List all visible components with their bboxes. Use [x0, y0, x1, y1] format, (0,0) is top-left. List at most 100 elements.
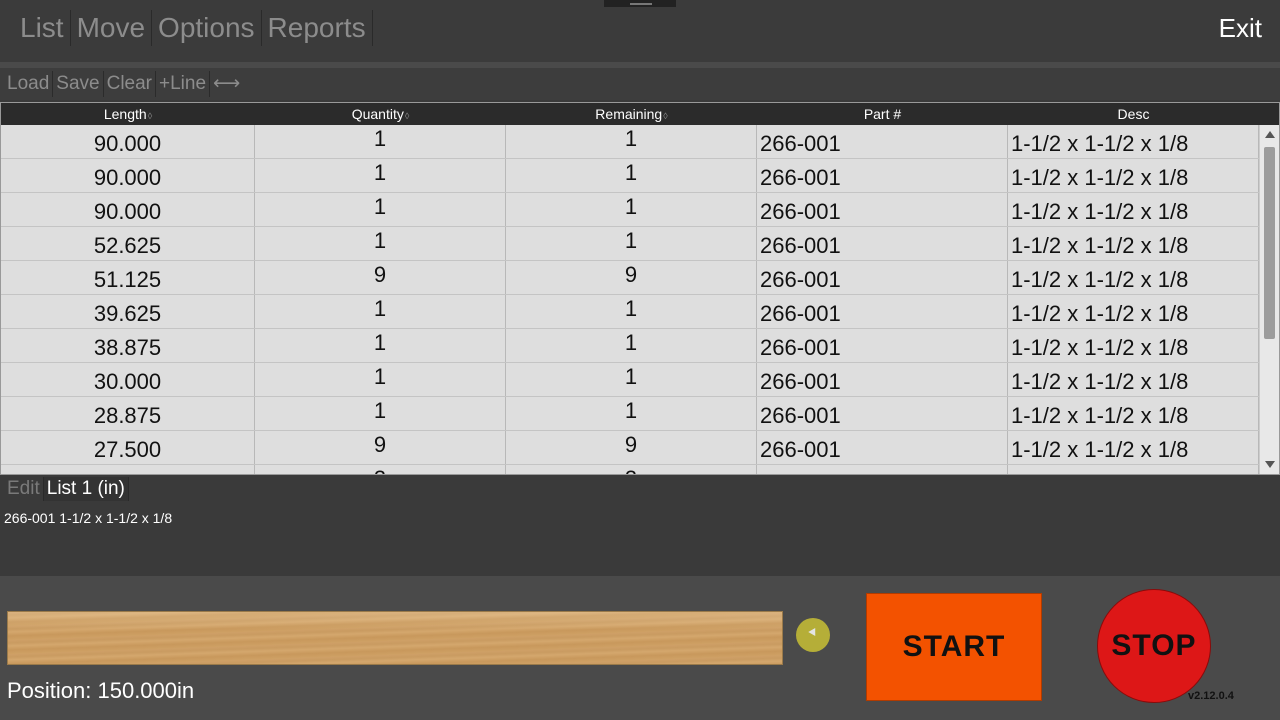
cell-part-number[interactable]: 266-001 — [757, 125, 1008, 158]
cell-description[interactable]: 1-1/2 x 1-1/2 x 1/8 — [1008, 227, 1259, 260]
cell-description[interactable] — [1008, 465, 1259, 474]
tab-list-1[interactable]: List 1 (in) — [43, 477, 129, 501]
sort-icon: ◊ — [147, 111, 153, 121]
cell-remaining[interactable]: 1 — [506, 227, 757, 260]
scroll-up-icon[interactable] — [1265, 131, 1275, 138]
position-readout: Position: 150.000in — [7, 678, 195, 703]
tab-edit[interactable]: Edit — [4, 477, 44, 501]
cell-part-number[interactable]: 266-001 — [757, 397, 1008, 430]
cell-description[interactable]: 1-1/2 x 1-1/2 x 1/8 — [1008, 431, 1259, 464]
clear-button[interactable]: Clear — [104, 71, 156, 97]
window-drag-handle[interactable] — [604, 0, 676, 7]
cell-description[interactable]: 1-1/2 x 1-1/2 x 1/8 — [1008, 329, 1259, 362]
cell-length[interactable]: 52.625 — [1, 227, 255, 260]
column-header-remaining[interactable]: Remaining◊ — [506, 103, 757, 125]
table-row[interactable]: 39.625 1 1 266-001 1-1/2 x 1-1/2 x 1/8 — [1, 295, 1259, 329]
cell-quantity[interactable]: 1 — [255, 363, 506, 396]
cell-remaining[interactable]: 1 — [506, 159, 757, 192]
stop-button[interactable]: STOP — [1097, 589, 1211, 703]
vertical-scrollbar[interactable] — [1259, 125, 1279, 474]
table-row[interactable]: 90.000 1 1 266-001 1-1/2 x 1-1/2 x 1/8 — [1, 193, 1259, 227]
cell-length[interactable]: 51.125 — [1, 261, 255, 294]
load-button[interactable]: Load — [4, 71, 54, 97]
cell-part-number[interactable]: 266-001 — [757, 363, 1008, 396]
table-row[interactable]: 33 — [1, 465, 1259, 474]
cell-quantity[interactable]: 9 — [255, 431, 506, 464]
scroll-corner — [1259, 103, 1279, 125]
exit-button[interactable]: Exit — [1219, 10, 1262, 46]
column-width-icon[interactable]: ⟷ — [210, 71, 243, 97]
cell-quantity[interactable]: 1 — [255, 227, 506, 260]
cell-remaining[interactable]: 9 — [506, 261, 757, 294]
scroll-thumb[interactable] — [1264, 147, 1275, 339]
menu-list[interactable]: List — [14, 10, 71, 46]
cell-part-number[interactable]: 266-001 — [757, 227, 1008, 260]
selected-item-description: 266-001 1-1/2 x 1-1/2 x 1/8 — [4, 510, 173, 526]
cell-length[interactable] — [1, 465, 255, 474]
column-header-quantity[interactable]: Quantity◊ — [255, 103, 506, 125]
cell-quantity[interactable]: 1 — [255, 329, 506, 362]
table-row[interactable]: 28.875 1 1 266-001 1-1/2 x 1-1/2 x 1/8 — [1, 397, 1259, 431]
sort-icon: ◊ — [404, 111, 410, 121]
cell-remaining[interactable]: 1 — [506, 193, 757, 226]
cell-quantity[interactable]: 1 — [255, 295, 506, 328]
cell-remaining[interactable]: 1 — [506, 363, 757, 396]
table-header: Length◊ Quantity◊ Remaining◊ Part # Desc — [1, 103, 1259, 125]
cell-length[interactable]: 27.500 — [1, 431, 255, 464]
cell-description[interactable]: 1-1/2 x 1-1/2 x 1/8 — [1008, 261, 1259, 294]
menu-options[interactable]: Options — [152, 10, 262, 46]
cell-length[interactable]: 39.625 — [1, 295, 255, 328]
cell-remaining[interactable]: 1 — [506, 125, 757, 158]
add-line-button[interactable]: +Line — [156, 71, 211, 97]
cell-part-number[interactable]: 266-001 — [757, 329, 1008, 362]
material-board — [7, 611, 783, 665]
cell-quantity[interactable]: 1 — [255, 397, 506, 430]
cell-remaining[interactable]: 9 — [506, 431, 757, 464]
cell-description[interactable]: 1-1/2 x 1-1/2 x 1/8 — [1008, 363, 1259, 396]
cell-length[interactable]: 90.000 — [1, 193, 255, 226]
list-tabs: Edit List 1 (in) — [0, 476, 1280, 502]
scroll-down-icon[interactable] — [1265, 461, 1275, 468]
cell-quantity[interactable]: 1 — [255, 159, 506, 192]
table-row[interactable]: 52.625 1 1 266-001 1-1/2 x 1-1/2 x 1/8 — [1, 227, 1259, 261]
cell-remaining[interactable]: 3 — [506, 465, 757, 474]
cell-length[interactable]: 90.000 — [1, 159, 255, 192]
column-header-part[interactable]: Part # — [757, 103, 1008, 125]
cell-quantity[interactable]: 9 — [255, 261, 506, 294]
cell-quantity[interactable]: 1 — [255, 125, 506, 158]
cell-part-number[interactable]: 266-001 — [757, 193, 1008, 226]
column-header-desc[interactable]: Desc — [1008, 103, 1259, 125]
cell-remaining[interactable]: 1 — [506, 295, 757, 328]
cell-length[interactable]: 30.000 — [1, 363, 255, 396]
cell-remaining[interactable]: 1 — [506, 329, 757, 362]
cell-length[interactable]: 90.000 — [1, 125, 255, 158]
table-row[interactable]: 27.500 9 9 266-001 1-1/2 x 1-1/2 x 1/8 — [1, 431, 1259, 465]
menu-move[interactable]: Move — [71, 10, 153, 46]
cell-quantity[interactable]: 1 — [255, 193, 506, 226]
cell-part-number[interactable]: 266-001 — [757, 295, 1008, 328]
cell-part-number[interactable]: 266-001 — [757, 261, 1008, 294]
cell-part-number[interactable]: 266-001 — [757, 159, 1008, 192]
column-header-length[interactable]: Length◊ — [1, 103, 255, 125]
cell-length[interactable]: 28.875 — [1, 397, 255, 430]
cell-part-number[interactable]: 266-001 — [757, 431, 1008, 464]
table-row[interactable]: 38.875 1 1 266-001 1-1/2 x 1-1/2 x 1/8 — [1, 329, 1259, 363]
save-button[interactable]: Save — [53, 71, 104, 97]
pointer-icon — [808, 627, 819, 639]
table-row[interactable]: 90.000 1 1 266-001 1-1/2 x 1-1/2 x 1/8 — [1, 125, 1259, 159]
cell-description[interactable]: 1-1/2 x 1-1/2 x 1/8 — [1008, 193, 1259, 226]
menu-reports[interactable]: Reports — [262, 10, 373, 46]
cell-description[interactable]: 1-1/2 x 1-1/2 x 1/8 — [1008, 125, 1259, 158]
cell-description[interactable]: 1-1/2 x 1-1/2 x 1/8 — [1008, 159, 1259, 192]
machine-panel: Position: 150.000in START STOP v2.12.0.4 — [0, 576, 1280, 720]
cell-part-number[interactable] — [757, 465, 1008, 474]
cell-description[interactable]: 1-1/2 x 1-1/2 x 1/8 — [1008, 295, 1259, 328]
table-row[interactable]: 30.000 1 1 266-001 1-1/2 x 1-1/2 x 1/8 — [1, 363, 1259, 397]
cell-quantity[interactable]: 3 — [255, 465, 506, 474]
cell-length[interactable]: 38.875 — [1, 329, 255, 362]
start-button[interactable]: START — [866, 593, 1042, 701]
table-row[interactable]: 90.000 1 1 266-001 1-1/2 x 1-1/2 x 1/8 — [1, 159, 1259, 193]
cell-remaining[interactable]: 1 — [506, 397, 757, 430]
table-row[interactable]: 51.125 9 9 266-001 1-1/2 x 1-1/2 x 1/8 — [1, 261, 1259, 295]
cell-description[interactable]: 1-1/2 x 1-1/2 x 1/8 — [1008, 397, 1259, 430]
